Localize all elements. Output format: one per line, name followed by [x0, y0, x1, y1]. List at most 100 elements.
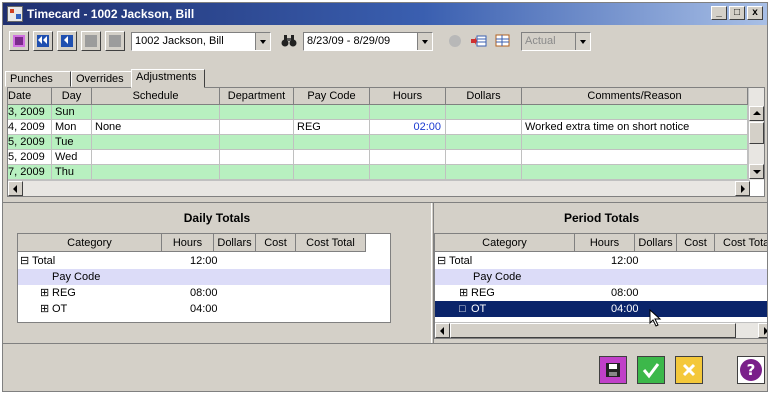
add-row-button[interactable] — [469, 31, 489, 51]
cell-hours[interactable] — [370, 105, 446, 120]
tab-punches[interactable]: Punches — [5, 71, 71, 87]
cell-date[interactable]: 3, 2009 — [8, 105, 52, 120]
previous-record-button[interactable] — [57, 31, 77, 51]
tree-row-total[interactable]: ⊟ Total 12:00 — [18, 253, 390, 269]
refresh-button[interactable] — [445, 31, 465, 51]
expand-icon[interactable]: ⊞ — [459, 285, 468, 301]
column-header-schedule[interactable]: Schedule — [92, 88, 220, 105]
cell-pay-code[interactable] — [294, 150, 370, 165]
cell-date[interactable]: 4, 2009 — [8, 120, 52, 135]
save-button[interactable] — [599, 356, 627, 384]
cell-department[interactable] — [220, 105, 294, 120]
cell-day[interactable]: Tue — [52, 135, 92, 150]
cell-hours[interactable]: 02:00 — [370, 120, 446, 135]
tab-overrides[interactable]: Overrides — [71, 71, 133, 87]
tree-row-reg[interactable]: ⊞ REG 08:00 — [435, 285, 767, 301]
cell-pay-code[interactable] — [294, 165, 370, 180]
cell-department[interactable] — [220, 120, 294, 135]
grid-view-button[interactable] — [493, 31, 513, 51]
column-header-day[interactable]: Day — [52, 88, 92, 105]
expand-icon[interactable]: ⊞ — [40, 285, 49, 301]
next-record-button[interactable] — [81, 31, 101, 51]
cell-pay-code[interactable] — [294, 105, 370, 120]
column-header-dollars[interactable]: Dollars — [214, 234, 256, 252]
cell-day[interactable]: Sun — [52, 105, 92, 120]
restore-button[interactable]: □ — [729, 6, 745, 20]
cell-schedule[interactable] — [92, 150, 220, 165]
cell-date[interactable]: 7, 2009 — [8, 165, 52, 180]
tree-row-ot[interactable]: ⊞ OT 04:00 — [18, 301, 390, 317]
column-header-cost[interactable]: Cost — [256, 234, 296, 252]
column-header-category[interactable]: Category — [435, 234, 575, 252]
column-header-comments[interactable]: Comments/Reason — [522, 88, 748, 105]
column-header-hours[interactable]: Hours — [370, 88, 446, 105]
expand-icon[interactable]: ⊞ — [40, 301, 49, 317]
period-horizontal-scrollbar[interactable] — [435, 322, 767, 338]
column-header-pay-code[interactable]: Pay Code — [294, 88, 370, 105]
cell-department[interactable] — [220, 165, 294, 180]
column-header-dollars[interactable]: Dollars — [635, 234, 677, 252]
scroll-thumb[interactable] — [450, 323, 736, 338]
cell-dollars[interactable] — [446, 135, 522, 150]
tree-row-total[interactable]: ⊟ Total 12:00 — [435, 253, 767, 269]
column-header-dollars[interactable]: Dollars — [446, 88, 522, 105]
expand-icon[interactable]: □ — [459, 301, 466, 317]
cell-dollars[interactable] — [446, 105, 522, 120]
cell-hours[interactable] — [370, 135, 446, 150]
cell-dollars[interactable] — [446, 150, 522, 165]
cell-pay-code[interactable]: REG — [294, 120, 370, 135]
cell-dollars[interactable] — [446, 120, 522, 135]
column-header-hours[interactable]: Hours — [575, 234, 635, 252]
scroll-up-button[interactable] — [749, 106, 764, 121]
cell-date[interactable]: 5, 2009 — [8, 135, 52, 150]
collapse-icon[interactable]: ⊟ — [437, 253, 446, 269]
cell-comments[interactable] — [522, 105, 748, 120]
column-header-cost-total[interactable]: Cost Total — [296, 234, 366, 252]
grid-vertical-scrollbar[interactable] — [748, 88, 764, 180]
cell-department[interactable] — [220, 135, 294, 150]
scroll-left-button[interactable] — [435, 323, 450, 338]
scroll-down-button[interactable] — [749, 164, 764, 179]
close-button[interactable]: x — [747, 6, 763, 20]
cell-hours[interactable] — [370, 150, 446, 165]
column-header-cost-total[interactable]: Cost Total — [715, 234, 767, 252]
last-record-button[interactable] — [105, 31, 125, 51]
tree-row-reg[interactable]: ⊞ REG 08:00 — [18, 285, 390, 301]
column-header-cost[interactable]: Cost — [677, 234, 715, 252]
minimize-button[interactable]: _ — [711, 6, 727, 20]
ok-button[interactable] — [637, 356, 665, 384]
cell-comments[interactable]: Worked extra time on short notice — [522, 120, 748, 135]
cell-comments[interactable] — [522, 135, 748, 150]
scroll-thumb[interactable] — [749, 122, 764, 144]
cell-schedule[interactable]: None — [92, 120, 220, 135]
tree-row-pay-code[interactable]: Pay Code — [435, 269, 767, 285]
cell-comments[interactable] — [522, 150, 748, 165]
grid-horizontal-scrollbar[interactable] — [8, 180, 750, 196]
view-type-select[interactable]: Actual — [521, 32, 591, 51]
collapse-icon[interactable]: ⊟ — [20, 253, 29, 269]
scroll-right-button[interactable] — [735, 181, 750, 196]
cancel-button[interactable] — [675, 356, 703, 384]
cell-department[interactable] — [220, 150, 294, 165]
scroll-right-button[interactable] — [758, 323, 767, 338]
cell-date[interactable]: 5, 2009 — [8, 150, 52, 165]
title-bar[interactable]: Timecard - 1002 Jackson, Bill _ □ x — [3, 3, 767, 25]
column-header-date[interactable]: Date — [8, 88, 52, 105]
tab-adjustments[interactable]: Adjustments — [131, 69, 205, 88]
cell-day[interactable]: Wed — [52, 150, 92, 165]
column-header-department[interactable]: Department — [220, 88, 294, 105]
cell-schedule[interactable] — [92, 165, 220, 180]
date-range-select[interactable]: 8/23/09 - 8/29/09 — [303, 32, 433, 51]
cell-hours[interactable] — [370, 165, 446, 180]
tree-row-pay-code[interactable]: Pay Code — [18, 269, 390, 285]
employee-select[interactable]: 1002 Jackson, Bill — [131, 32, 271, 51]
cell-day[interactable]: Thu — [52, 165, 92, 180]
save-toolbar-button[interactable] — [9, 31, 29, 51]
cell-day[interactable]: Mon — [52, 120, 92, 135]
find-button[interactable] — [279, 31, 299, 51]
first-record-button[interactable] — [33, 31, 53, 51]
cell-schedule[interactable] — [92, 105, 220, 120]
cell-comments[interactable] — [522, 165, 748, 180]
column-header-category[interactable]: Category — [18, 234, 162, 252]
cell-schedule[interactable] — [92, 135, 220, 150]
